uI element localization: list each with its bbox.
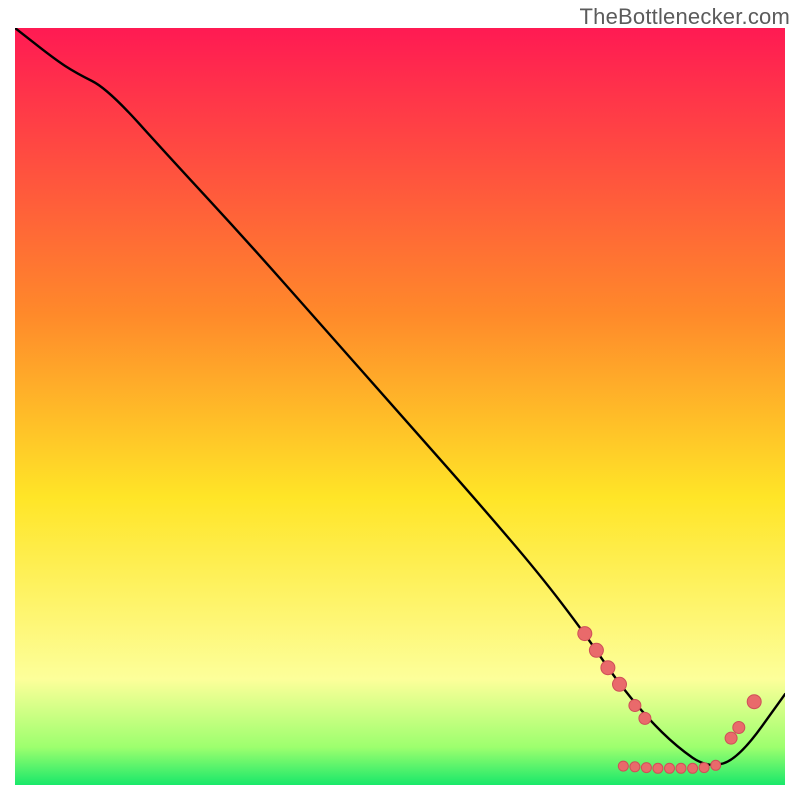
data-marker bbox=[641, 763, 651, 773]
data-marker bbox=[629, 700, 641, 712]
data-marker bbox=[589, 643, 603, 657]
plot-area bbox=[15, 28, 785, 785]
data-marker bbox=[639, 712, 651, 724]
data-marker bbox=[613, 677, 627, 691]
watermark-text: TheBottlenecker.com bbox=[580, 4, 790, 30]
chart-svg bbox=[15, 28, 785, 785]
data-marker bbox=[725, 732, 737, 744]
chart-container: TheBottlenecker.com bbox=[0, 0, 800, 800]
gradient-background bbox=[15, 28, 785, 785]
data-marker bbox=[688, 763, 698, 773]
data-marker bbox=[618, 761, 628, 771]
data-marker bbox=[699, 763, 709, 773]
data-marker bbox=[630, 762, 640, 772]
data-marker bbox=[733, 722, 745, 734]
data-marker bbox=[747, 695, 761, 709]
data-marker bbox=[676, 763, 686, 773]
data-marker bbox=[653, 763, 663, 773]
data-marker bbox=[601, 661, 615, 675]
data-marker bbox=[665, 763, 675, 773]
data-marker bbox=[578, 627, 592, 641]
data-marker bbox=[711, 760, 721, 770]
